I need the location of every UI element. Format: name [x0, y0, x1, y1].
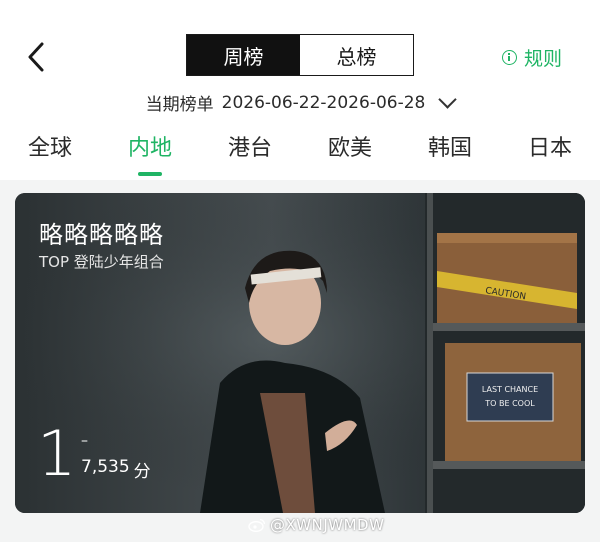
info-icon	[501, 50, 517, 65]
box-sign-line2: TO BE COOL	[484, 399, 535, 408]
active-tab-indicator	[138, 172, 162, 176]
tab-weekly[interactable]: 周榜	[187, 35, 300, 75]
header: 周榜 总榜 规则 当期榜单 2026-06-22-2026-06-28 全球 内…	[0, 0, 600, 180]
period-selector[interactable]: 当期榜单 2026-06-22-2026-06-28	[0, 90, 600, 115]
region-tabs: 全球 内地 港台 欧美 韩国 日本	[0, 130, 600, 180]
back-button[interactable]	[20, 38, 54, 76]
tab-region-hk-tw[interactable]: 港台	[228, 130, 272, 162]
tab-region-japan[interactable]: 日本	[528, 130, 572, 162]
watermark: @XWNJWMDW	[248, 516, 384, 534]
chart-entry-card[interactable]: CAUTION LAST CHANCE TO BE COOL 略略略略略 TOP…	[15, 193, 585, 513]
tab-region-global[interactable]: 全球	[28, 130, 72, 162]
rank-trend: –	[81, 433, 88, 449]
chart-type-toggle: 周榜 总榜	[186, 34, 414, 76]
rank-number: 1	[37, 417, 77, 490]
score: 7,535 分	[81, 457, 151, 482]
score-unit: 分	[133, 462, 151, 482]
watermark-text: @XWNJWMDW	[270, 516, 385, 534]
song-title: 略略略略略	[39, 221, 164, 249]
box-sign-line1: LAST CHANCE	[482, 385, 538, 394]
period-range: 2026-06-22-2026-06-28	[221, 92, 426, 113]
rules-label: 规则	[523, 48, 562, 70]
tab-region-korea[interactable]: 韩国	[428, 130, 472, 162]
artist-name: TOP 登陆少年组合	[39, 253, 164, 271]
tab-overall[interactable]: 总榜	[300, 35, 413, 75]
score-value: 7,535	[81, 457, 130, 477]
weibo-icon	[248, 518, 266, 532]
rules-button[interactable]: 规则	[501, 44, 562, 71]
chevron-left-icon	[28, 42, 44, 72]
chevron-down-icon	[438, 90, 458, 109]
tab-region-west[interactable]: 欧美	[328, 130, 372, 162]
period-label: 当期榜单	[145, 95, 214, 115]
tab-region-mainland[interactable]: 内地	[128, 130, 172, 162]
